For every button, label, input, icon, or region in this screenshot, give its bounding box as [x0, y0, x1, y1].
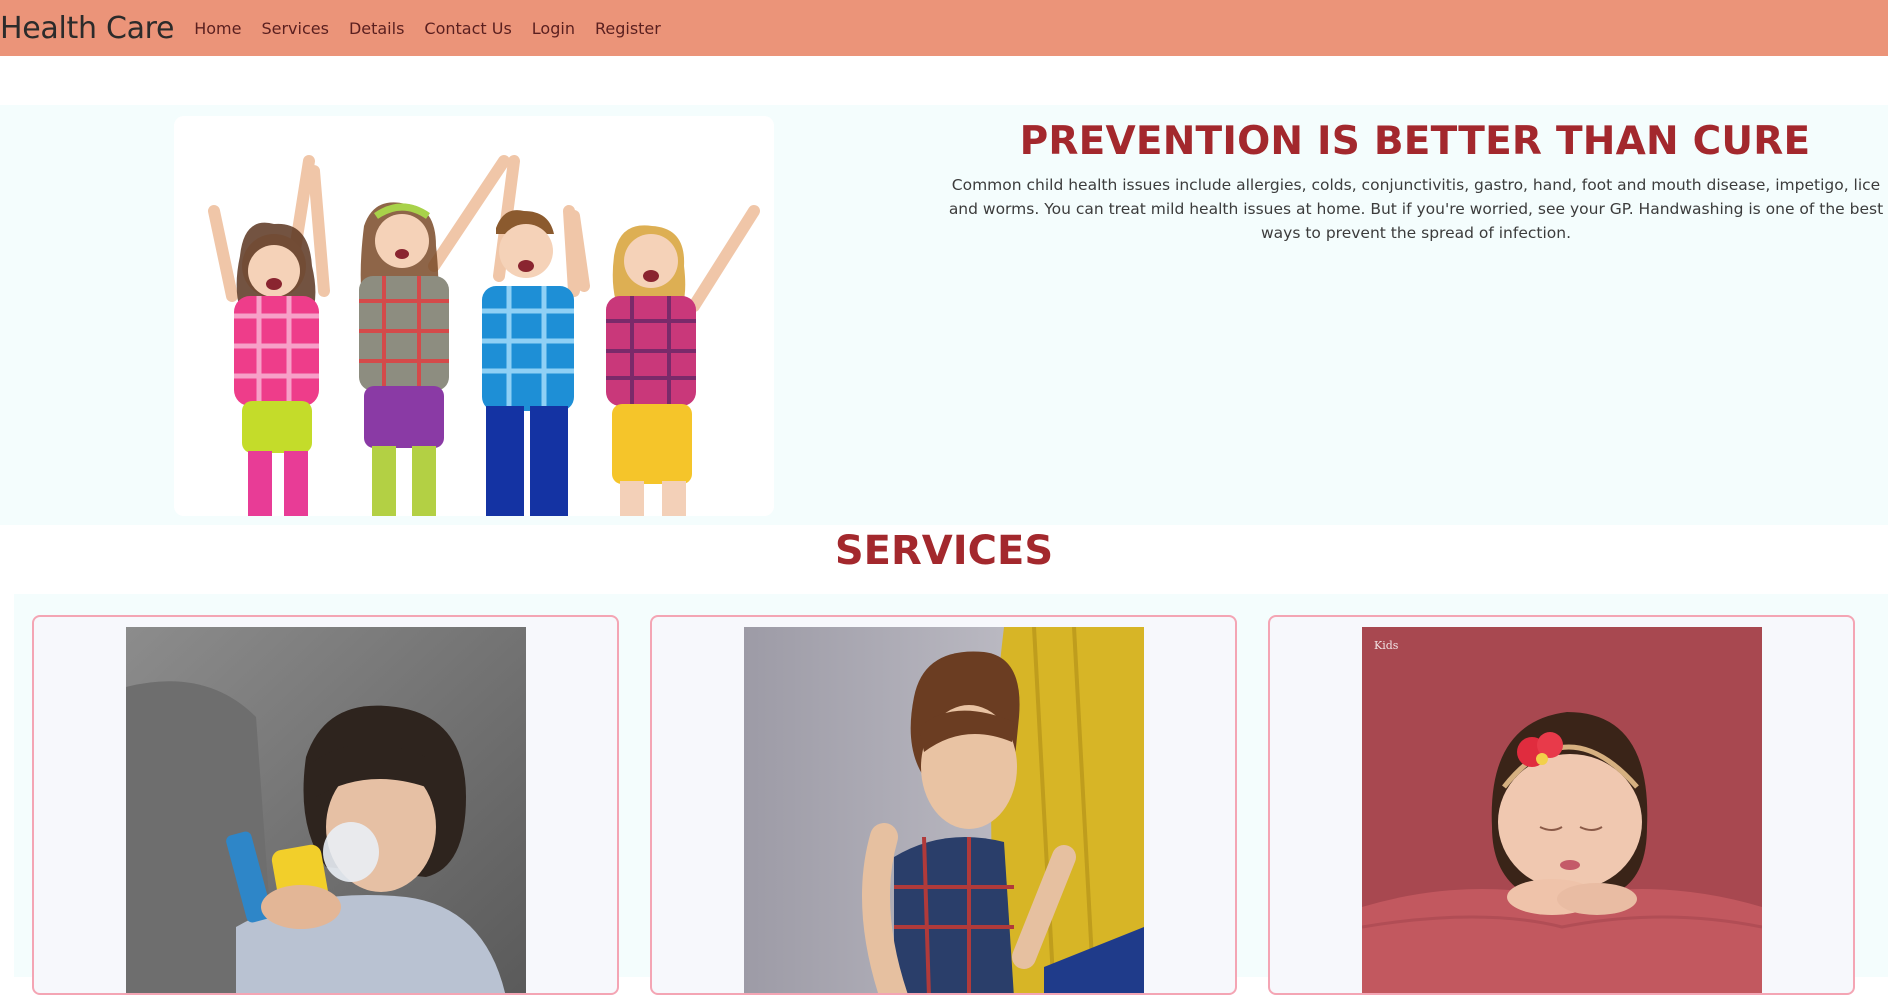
services-title: SERVICES: [834, 528, 1054, 574]
nav-link-register[interactable]: Register: [585, 19, 671, 38]
nav-link-details[interactable]: Details: [339, 19, 414, 38]
nav-link-home[interactable]: Home: [184, 19, 251, 38]
nav-link-login[interactable]: Login: [522, 19, 585, 38]
child-with-inhaler-image: [126, 627, 526, 993]
hero-section: PREVENTION IS BETTER THAN CURE Common ch…: [0, 105, 1888, 525]
service-card[interactable]: [32, 615, 619, 995]
service-card[interactable]: Kids: [1268, 615, 1855, 995]
hero-kids-image: [174, 116, 774, 516]
child-hugging-parent-image: [744, 627, 1144, 993]
sleeping-newborn-image: Kids: [1362, 627, 1762, 993]
service-card[interactable]: [650, 615, 1237, 995]
nav-links: Home Services Details Contact Us Login R…: [184, 19, 671, 38]
nav-link-services[interactable]: Services: [251, 19, 338, 38]
navbar: Health Care Home Services Details Contac…: [0, 0, 1888, 56]
watermark-logo: Kids: [1374, 639, 1399, 652]
kids-jumping-illustration: [174, 116, 774, 516]
nav-link-contact-us[interactable]: Contact Us: [414, 19, 521, 38]
hero-title: PREVENTION IS BETTER THAN CURE: [1019, 119, 1811, 164]
hero-description: Common child health issues include aller…: [948, 176, 1884, 242]
brand-logo[interactable]: Health Care: [0, 11, 175, 46]
